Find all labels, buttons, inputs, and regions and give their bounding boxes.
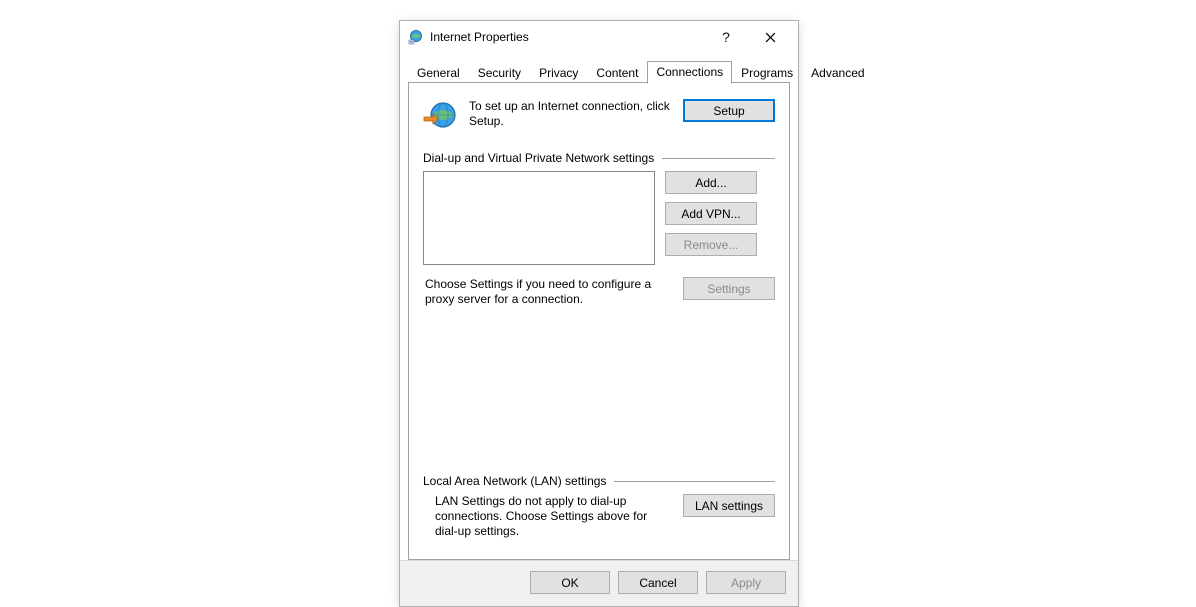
cancel-button[interactable]: Cancel [618, 571, 698, 594]
add-vpn-button[interactable]: Add VPN... [665, 202, 757, 225]
internet-properties-dialog: Internet Properties ? General Security P… [399, 20, 799, 607]
lan-group-label: Local Area Network (LAN) settings [423, 474, 775, 488]
proxy-instruction-text: Choose Settings if you need to configure… [423, 277, 673, 307]
globe-connect-icon [423, 99, 457, 133]
connections-panel: To set up an Internet connection, click … [408, 82, 790, 560]
internet-options-icon [408, 29, 424, 45]
tab-privacy[interactable]: Privacy [530, 62, 587, 84]
dialup-group-label: Dial-up and Virtual Private Network sett… [423, 151, 775, 165]
help-button[interactable]: ? [704, 23, 748, 51]
ok-button[interactable]: OK [530, 571, 610, 594]
dialog-footer: OK Cancel Apply [400, 560, 798, 606]
lan-instruction-text: LAN Settings do not apply to dial-up con… [423, 494, 673, 539]
connections-listbox[interactable] [423, 171, 655, 265]
remove-button: Remove... [665, 233, 757, 256]
tab-advanced[interactable]: Advanced [802, 62, 873, 84]
title-bar: Internet Properties ? [400, 21, 798, 53]
tab-strip: General Security Privacy Content Connect… [400, 53, 798, 560]
settings-button: Settings [683, 277, 775, 300]
setup-button[interactable]: Setup [683, 99, 775, 122]
tab-programs[interactable]: Programs [732, 62, 802, 84]
setup-instruction-text: To set up an Internet connection, click … [469, 99, 671, 129]
tab-content[interactable]: Content [587, 62, 647, 84]
tab-connections[interactable]: Connections [647, 61, 732, 84]
tab-general[interactable]: General [408, 62, 469, 84]
tab-security[interactable]: Security [469, 62, 530, 84]
window-title: Internet Properties [430, 30, 704, 44]
apply-button: Apply [706, 571, 786, 594]
add-button[interactable]: Add... [665, 171, 757, 194]
close-button[interactable] [748, 23, 792, 51]
lan-settings-button[interactable]: LAN settings [683, 494, 775, 517]
